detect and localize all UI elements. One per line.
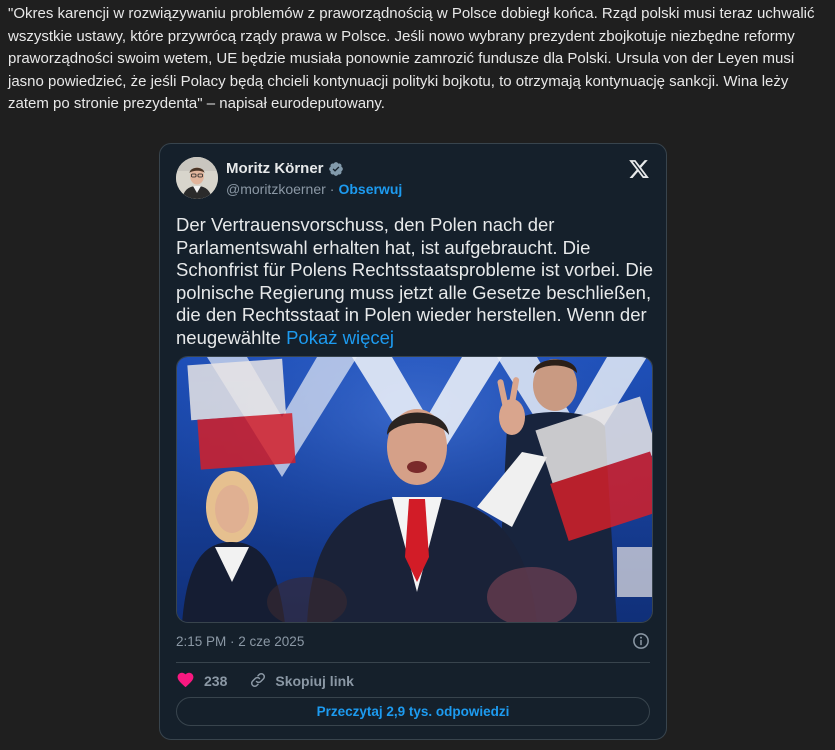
- x-logo-icon[interactable]: [628, 158, 650, 180]
- tweet-actions: 238 Skopiuj link: [176, 670, 354, 692]
- read-replies-button[interactable]: Przeczytaj 2,9 tys. odpowiedzi: [176, 697, 650, 726]
- like-button[interactable]: 238: [176, 670, 227, 692]
- author-handle[interactable]: @moritzkoerner: [226, 181, 326, 197]
- author-avatar[interactable]: [176, 157, 218, 199]
- follow-button[interactable]: Obserwuj: [338, 181, 402, 197]
- tweet-text: Der Vertrauensvorschuss, den Polen nach …: [176, 214, 656, 350]
- copy-link-label: Skopiuj link: [275, 673, 354, 689]
- verified-badge-icon: [328, 161, 344, 177]
- author-name-text: Moritz Körner: [226, 160, 324, 177]
- handle-row: @moritzkoerner · Obserwuj: [226, 181, 402, 197]
- embedded-tweet: Moritz Körner @moritzkoerner · Obserwuj …: [159, 143, 667, 740]
- divider: [176, 662, 650, 663]
- copy-link-button[interactable]: Skopiuj link: [249, 671, 354, 692]
- like-count: 238: [204, 673, 228, 689]
- separator-dot: ·: [329, 181, 335, 197]
- link-icon: [249, 671, 267, 692]
- tweet-timestamp[interactable]: 2:15 PM · 2 cze 2025: [176, 634, 304, 649]
- info-icon[interactable]: [632, 632, 650, 650]
- article-quote: "Okres karencji w rozwiązywaniu problemó…: [8, 5, 815, 112]
- author-name[interactable]: Moritz Körner: [226, 160, 344, 177]
- tweet-body: Der Vertrauensvorschuss, den Polen nach …: [176, 214, 654, 348]
- show-more-link[interactable]: Pokaż więcej: [286, 327, 394, 348]
- tweet-photo[interactable]: [176, 356, 653, 623]
- heart-icon: [176, 670, 195, 692]
